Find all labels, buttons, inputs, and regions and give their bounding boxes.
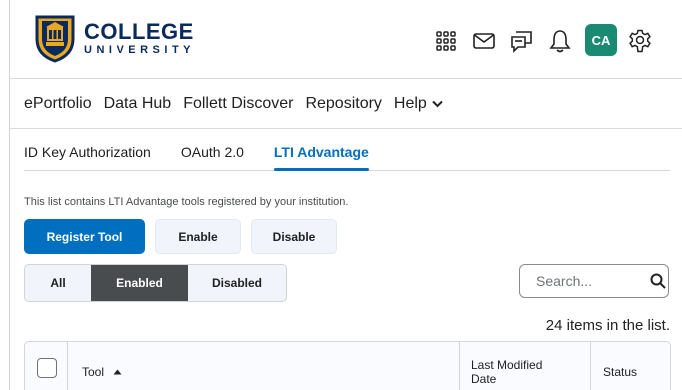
status-filter: All Enabled Disabled — [24, 264, 287, 302]
brand-name: COLLEGE — [84, 18, 194, 44]
sort-ascending-icon — [113, 369, 122, 375]
header: COLLEGE UNIVERSITY CA — [10, 0, 682, 79]
column-header-status[interactable]: Status — [603, 342, 637, 390]
gear-icon[interactable] — [627, 28, 653, 54]
column-header-last-modified[interactable]: Last Modified Date — [471, 342, 557, 390]
nav-item-help-label: Help — [393, 94, 427, 112]
filter-disabled[interactable]: Disabled — [188, 265, 286, 301]
filter-all[interactable]: All — [25, 265, 91, 301]
disable-button[interactable]: Disable — [251, 219, 337, 254]
nav-item-eportfolio[interactable]: ePortfolio — [24, 95, 92, 113]
app-frame: COLLEGE UNIVERSITY CA ePortfolio Data Hu… — [9, 0, 682, 390]
nav-item-repository[interactable]: Repository — [305, 95, 381, 113]
bell-icon[interactable] — [547, 28, 573, 54]
column-divider — [459, 342, 460, 390]
nav-item-follett-discover[interactable]: Follett Discover — [183, 95, 293, 113]
tab-lti-advantage[interactable]: LTI Advantage — [273, 130, 369, 171]
search-input[interactable] — [534, 272, 648, 290]
college-logo[interactable]: COLLEGE UNIVERSITY — [34, 13, 195, 63]
brand-subtitle: UNIVERSITY — [84, 43, 196, 56]
items-count: 24 items in the list. — [545, 317, 670, 334]
page-description: This list contains LTI Advantage tools r… — [24, 196, 349, 208]
register-tool-button[interactable]: Register Tool — [24, 219, 145, 254]
main-navigation: ePortfolio Data Hub Follett Discover Rep… — [10, 79, 682, 129]
tab-oauth-2[interactable]: OAuth 2.0 — [181, 130, 244, 170]
nav-item-help[interactable]: Help — [394, 95, 443, 113]
column-header-tool[interactable]: Tool — [82, 342, 122, 390]
chevron-down-icon — [432, 100, 443, 107]
column-divider — [67, 342, 68, 390]
grid-icon[interactable] — [433, 28, 459, 54]
auth-tabs: ID Key Authorization OAuth 2.0 LTI Advan… — [24, 130, 670, 171]
search-icon[interactable] — [648, 269, 668, 293]
column-divider — [590, 342, 591, 390]
chat-icon[interactable] — [509, 28, 535, 54]
column-header-tool-label: Tool — [82, 365, 105, 379]
mail-icon[interactable] — [471, 28, 497, 54]
action-buttons: Register Tool Enable Disable — [24, 219, 347, 254]
nav-item-data-hub[interactable]: Data Hub — [104, 95, 172, 113]
select-all-checkbox[interactable] — [37, 358, 57, 378]
user-avatar[interactable]: CA — [585, 24, 617, 56]
search-box — [519, 264, 669, 298]
shield-logo-icon — [35, 15, 75, 63]
filter-enabled[interactable]: Enabled — [91, 265, 188, 301]
tools-table-header: Tool Last Modified Date Status — [24, 341, 671, 390]
enable-button[interactable]: Enable — [155, 219, 241, 254]
tab-id-key-authorization[interactable]: ID Key Authorization — [24, 130, 151, 170]
